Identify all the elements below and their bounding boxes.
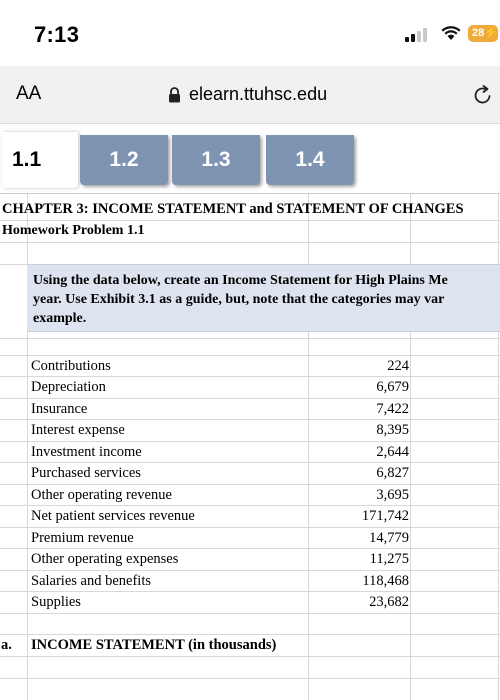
item-label: Net patient services revenue (31, 508, 195, 524)
grid-row-line (0, 419, 500, 420)
grid-row-line (0, 398, 500, 399)
tab-1-2[interactable]: 1.2 (80, 135, 168, 185)
item-label: Contributions (31, 358, 111, 374)
wifi-icon (441, 26, 461, 40)
item-label: Other operating revenue (31, 487, 172, 503)
status-time: 7:13 (34, 22, 80, 47)
item-value: 224 (387, 358, 409, 374)
item-value: 7,422 (376, 401, 409, 417)
grid-row-line (0, 355, 500, 356)
item-label: Depreciation (31, 379, 106, 395)
grid-row-line (0, 634, 500, 635)
grid-row-line (0, 591, 500, 592)
item-label: Purchased services (31, 465, 141, 481)
grid-row-line (0, 505, 500, 506)
status-bar: 7:13 28⚡ (0, 0, 500, 66)
cellular-signal-icon (405, 28, 433, 42)
item-label: Supplies (31, 594, 81, 610)
lock-icon (169, 86, 180, 102)
item-value: 3,695 (376, 487, 409, 503)
grid-row-line (0, 570, 500, 571)
tab-1-4[interactable]: 1.4 (266, 135, 354, 185)
item-value: 118,468 (362, 573, 409, 589)
url-field[interactable]: elearn.ttuhsc.edu (168, 84, 327, 105)
instructions-line: example. (33, 311, 87, 326)
instructions-line: Using the data below, create an Income S… (33, 273, 448, 288)
url-text: elearn.ttuhsc.edu (189, 84, 328, 104)
grid-row-line (0, 484, 500, 485)
item-label: Premium revenue (31, 530, 134, 546)
item-value: 11,275 (369, 551, 409, 567)
item-value: 171,742 (361, 508, 409, 524)
grid-row-line (0, 656, 500, 657)
part-label: a. (1, 637, 12, 653)
item-label: Interest expense (31, 422, 125, 438)
instructions-line: year. Use Exhibit 3.1 as a guide, but, n… (33, 292, 445, 307)
chapter-title: CHAPTER 3: INCOME STATEMENT and STATEMEN… (2, 201, 464, 217)
grid-row-line (0, 678, 500, 679)
sheet-tabs: 1.1 1.2 1.3 1.4 (0, 124, 500, 190)
reload-icon[interactable] (472, 84, 494, 106)
problem-title: Homework Problem 1.1 (2, 223, 145, 238)
text-size-label: AA (16, 83, 42, 104)
item-label: Salaries and benefits (31, 573, 151, 589)
tab-1-1[interactable]: 1.1 (2, 132, 78, 188)
item-value: 2,644 (376, 444, 409, 460)
grid-row-line (0, 376, 500, 377)
item-label: Investment income (31, 444, 142, 460)
grid-row-line (0, 220, 500, 221)
grid-row-line (0, 441, 500, 442)
tab-1-3[interactable]: 1.3 (172, 135, 260, 185)
browser-address-bar: AA elearn.ttuhsc.edu (0, 66, 500, 124)
grid-row-line (0, 613, 500, 614)
item-value: 6,679 (376, 379, 409, 395)
grid-row-line (0, 462, 500, 463)
item-label: Insurance (31, 401, 88, 417)
item-value: 6,827 (376, 465, 409, 481)
grid-row-line (0, 242, 500, 243)
income-statement-heading: INCOME STATEMENT (in thousands) (31, 637, 277, 653)
item-value: 8,395 (376, 422, 409, 438)
grid-row-line (0, 527, 500, 528)
item-value: 14,779 (369, 530, 409, 546)
instructions-box: Using the data below, create an Income S… (27, 264, 500, 332)
battery-level: 28 (472, 27, 485, 39)
grid-row-line (0, 548, 500, 549)
grid-row-line (0, 338, 500, 339)
battery-indicator: 28⚡ (468, 25, 498, 42)
item-value: 23,682 (369, 594, 409, 610)
spreadsheet: CHAPTER 3: INCOME STATEMENT and STATEMEN… (0, 194, 500, 700)
text-size-button[interactable]: AA (16, 83, 41, 105)
item-label: Other operating expenses (31, 551, 179, 567)
